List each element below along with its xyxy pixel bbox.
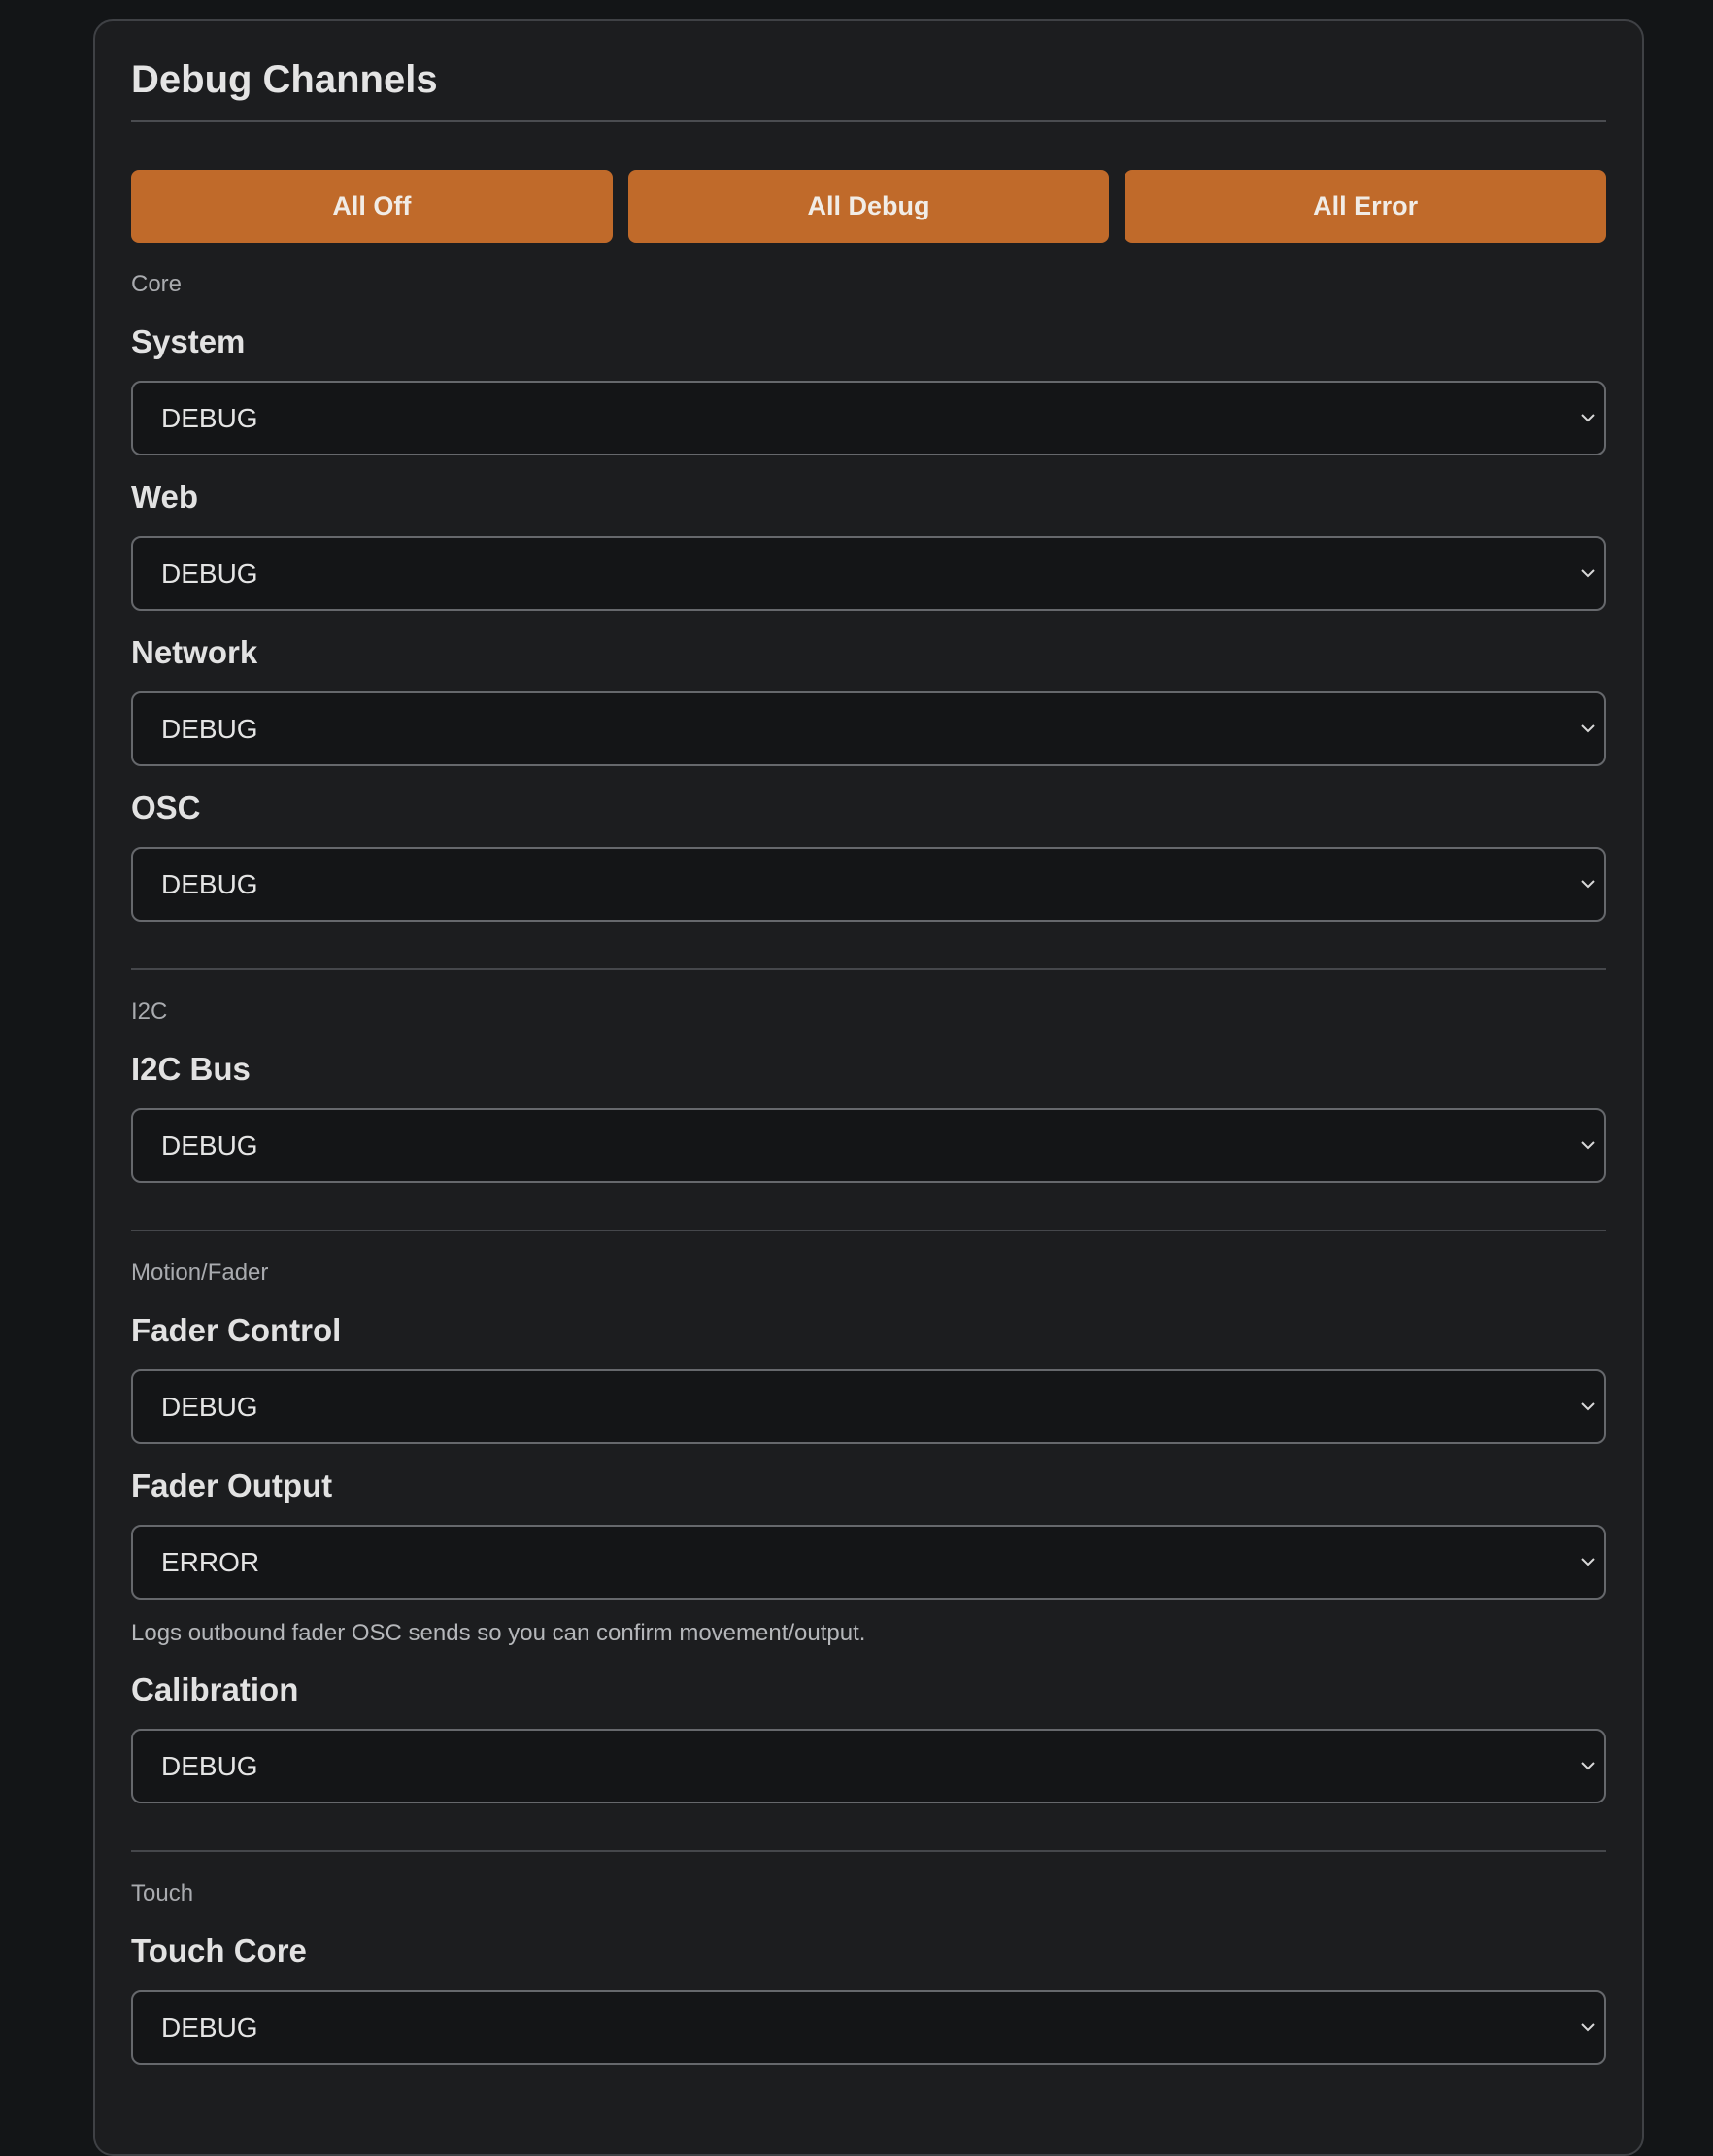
section-divider [131, 968, 1606, 970]
network-level-select[interactable]: DEBUG [131, 691, 1606, 766]
section-motion-fader: Motion/Fader Fader Control DEBUG Fader O… [131, 1260, 1606, 1803]
all-off-button[interactable]: All Off [131, 170, 613, 243]
select-value: DEBUG [161, 1751, 258, 1781]
section-label: Touch [131, 1880, 194, 1906]
fader-output-level-select[interactable]: ERROR [131, 1525, 1606, 1600]
section-divider [131, 1230, 1606, 1231]
section-label: Core [131, 271, 183, 297]
title-divider [131, 120, 1606, 122]
select-value: DEBUG [161, 869, 258, 899]
fader-control-level-select[interactable]: DEBUG [131, 1369, 1606, 1444]
chevron-down-icon [1581, 1141, 1595, 1150]
select-value: DEBUG [161, 1392, 258, 1422]
select-value: DEBUG [161, 403, 258, 433]
chevron-down-icon [1581, 414, 1595, 422]
chevron-down-icon [1581, 1762, 1595, 1770]
panel-title: Debug Channels [131, 58, 438, 101]
all-debug-button[interactable]: All Debug [627, 170, 1110, 243]
channel-label-system: System [131, 323, 246, 359]
touch-core-level-select[interactable]: DEBUG [131, 1990, 1606, 2065]
chevron-down-icon [1581, 724, 1595, 733]
section-core: Core System DEBUG Web DEBUG Network DEBU… [131, 271, 1606, 922]
channel-label-touch-core: Touch Core [131, 1933, 307, 1969]
channel-label-fader-control: Fader Control [131, 1312, 342, 1348]
select-value: DEBUG [161, 714, 258, 744]
chevron-down-icon [1581, 880, 1595, 889]
i2c-bus-level-select[interactable]: DEBUG [131, 1108, 1606, 1183]
section-label: Motion/Fader [131, 1260, 269, 1286]
section-divider [131, 1850, 1606, 1852]
select-value: ERROR [161, 1547, 260, 1577]
select-value: DEBUG [161, 1130, 258, 1161]
chevron-down-icon [1581, 1402, 1595, 1411]
calibration-level-select[interactable]: DEBUG [131, 1729, 1606, 1803]
debug-channels-panel: Debug Channels All Off All Debug All Err… [93, 19, 1644, 2156]
select-value: DEBUG [161, 2012, 258, 2042]
bulk-actions: All Off All Debug All Error [131, 170, 1607, 243]
osc-level-select[interactable]: DEBUG [131, 847, 1606, 922]
section-touch: Touch Touch Core DEBUG [131, 1880, 1606, 2065]
channel-label-calibration: Calibration [131, 1671, 299, 1707]
select-value: DEBUG [161, 558, 258, 589]
chevron-down-icon [1581, 2023, 1595, 2032]
chevron-down-icon [1581, 1558, 1595, 1566]
channel-label-network: Network [131, 634, 258, 670]
section-label: I2C [131, 998, 168, 1025]
fader-output-hint: Logs outbound fader OSC sends so you can… [131, 1620, 866, 1646]
web-level-select[interactable]: DEBUG [131, 536, 1606, 611]
channel-label-osc: OSC [131, 790, 201, 825]
channel-label-web: Web [131, 479, 199, 515]
section-i2c: I2C I2C Bus DEBUG [131, 998, 1606, 1183]
channel-label-fader-output: Fader Output [131, 1467, 333, 1503]
system-level-select[interactable]: DEBUG [131, 381, 1606, 455]
channel-label-i2c-bus: I2C Bus [131, 1051, 251, 1087]
all-error-button[interactable]: All Error [1125, 170, 1607, 243]
chevron-down-icon [1581, 569, 1595, 578]
